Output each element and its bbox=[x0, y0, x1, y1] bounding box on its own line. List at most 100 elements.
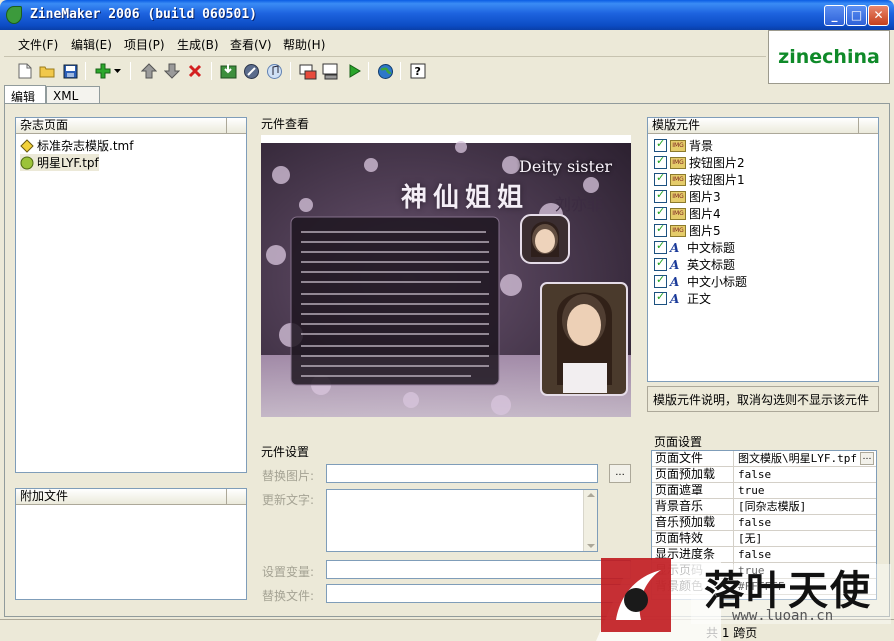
image-icon: IMG bbox=[670, 224, 686, 237]
prop-row[interactable]: 页面文件 图文模版\明星LYF.tpf… bbox=[652, 451, 876, 467]
replace-image-input[interactable] bbox=[326, 464, 598, 483]
checkbox[interactable] bbox=[654, 256, 667, 271]
app-icon bbox=[6, 6, 22, 24]
component-item[interactable]: IMG图片3 bbox=[654, 188, 721, 205]
maximize-button[interactable]: □ bbox=[846, 5, 867, 26]
prop-row[interactable]: 音乐预加载 false bbox=[652, 515, 876, 531]
prop-row[interactable]: 页面预加载 false bbox=[652, 467, 876, 483]
prop-row[interactable]: 背景音乐 [同杂志模版] bbox=[652, 499, 876, 515]
image-icon: IMG bbox=[670, 190, 686, 203]
import-icon[interactable] bbox=[218, 61, 238, 81]
replace-image-label: 替换图片: bbox=[262, 469, 315, 483]
image-icon: IMG bbox=[670, 139, 686, 152]
browse-button[interactable]: ... bbox=[609, 464, 631, 483]
move-up-icon[interactable] bbox=[139, 61, 159, 81]
text-icon: A bbox=[670, 291, 680, 306]
tab-xml[interactable]: XML bbox=[46, 86, 100, 104]
circle-icon bbox=[20, 156, 34, 169]
dropdown-arrow-icon[interactable] bbox=[112, 61, 124, 81]
save-icon[interactable] bbox=[60, 61, 80, 81]
title-bar: ZineMaker 2006 (build 060501) _ □ ✕ bbox=[0, 0, 894, 30]
text-icon: A bbox=[670, 257, 680, 272]
help-icon[interactable]: ? bbox=[408, 61, 428, 81]
components-header: 模版元件 bbox=[648, 118, 878, 134]
text-icon: A bbox=[670, 274, 680, 289]
component-item[interactable]: IMG背景 bbox=[654, 137, 713, 154]
checkbox[interactable] bbox=[654, 239, 667, 254]
diamond-icon bbox=[20, 138, 34, 153]
components-panel: 模版元件 IMG背景 IMG按钮图片2 IMG按钮图片1 IMG图片3 IMG图… bbox=[647, 117, 879, 382]
checkbox[interactable] bbox=[654, 222, 667, 237]
component-item[interactable]: IMG按钮图片1 bbox=[654, 171, 745, 188]
checkbox[interactable] bbox=[654, 290, 667, 305]
checkbox[interactable] bbox=[654, 137, 667, 152]
update-text-area[interactable] bbox=[326, 489, 598, 552]
component-item[interactable]: IMG按钮图片2 bbox=[654, 154, 745, 171]
image-icon: IMG bbox=[670, 173, 686, 186]
preview-subtitle: Deity sister bbox=[519, 157, 613, 176]
window-title: ZineMaker 2006 (build 060501) bbox=[30, 7, 257, 22]
tab-edit[interactable]: 编辑 bbox=[4, 85, 46, 104]
settings-icon[interactable] bbox=[241, 61, 261, 81]
menu-view[interactable]: 查看(V) bbox=[230, 36, 272, 53]
web-icon[interactable] bbox=[375, 61, 395, 81]
components-hint: 模版元件说明，取消勾选则不显示该元件 bbox=[647, 386, 879, 412]
menu-build[interactable]: 生成(B) bbox=[177, 36, 219, 53]
attachments-header: 附加文件 bbox=[16, 489, 246, 505]
screen-icon[interactable] bbox=[321, 61, 341, 81]
close-button[interactable]: ✕ bbox=[868, 5, 889, 26]
checkbox[interactable] bbox=[654, 205, 667, 220]
settings-header: 元件设置 bbox=[261, 445, 310, 459]
text-icon: A bbox=[670, 240, 680, 255]
text-scrollbar[interactable] bbox=[583, 490, 597, 551]
prop-browse-button[interactable]: … bbox=[860, 452, 874, 465]
music-icon[interactable] bbox=[264, 61, 284, 81]
replace-file-label: 替换文件: bbox=[262, 589, 315, 603]
add-icon[interactable] bbox=[93, 61, 113, 81]
page-item-lyf[interactable]: 明星LYF.tpf bbox=[20, 154, 99, 171]
prop-row[interactable]: 页面特效 [无] bbox=[652, 531, 876, 547]
component-item[interactable]: IMG图片4 bbox=[654, 205, 721, 222]
move-down-icon[interactable] bbox=[162, 61, 182, 81]
update-text-label: 更新文字: bbox=[262, 493, 315, 507]
preview-header: 元件查看 bbox=[261, 117, 310, 131]
menu-project[interactable]: 项目(P) bbox=[124, 36, 165, 53]
image-icon: IMG bbox=[670, 156, 686, 169]
menu-help[interactable]: 帮助(H) bbox=[283, 36, 325, 53]
page-item-template[interactable]: 标准杂志模版.tmf bbox=[20, 137, 133, 154]
checkbox[interactable] bbox=[654, 188, 667, 203]
set-variable-input[interactable] bbox=[326, 560, 631, 579]
new-icon[interactable] bbox=[15, 61, 35, 81]
checkbox[interactable] bbox=[654, 154, 667, 169]
menu-file[interactable]: 文件(F) bbox=[18, 36, 58, 53]
magazine-pages-panel: 杂志页面 标准杂志模版.tmf 明星LYF.tpf bbox=[15, 117, 247, 473]
component-preview[interactable]: 神仙姐姐 Deity sister 刘亦菲 bbox=[261, 135, 631, 417]
replace-file-input[interactable] bbox=[326, 584, 631, 603]
play-icon[interactable] bbox=[344, 61, 364, 81]
preview-title: 神仙姐姐 bbox=[401, 183, 530, 213]
prop-row[interactable]: 页面遮罩 true bbox=[652, 483, 876, 499]
toolbar: ? bbox=[0, 57, 768, 85]
set-variable-label: 设置变量: bbox=[262, 565, 315, 579]
watermark: 落叶天使 www.luoan.cn bbox=[596, 550, 894, 641]
menu-bar: 文件(F) 编辑(E) 项目(P) 生成(B) 查看(V) 帮助(H) bbox=[0, 30, 768, 56]
checkbox[interactable] bbox=[654, 171, 667, 186]
menu-edit[interactable]: 编辑(E) bbox=[71, 36, 112, 53]
watermark-url: www.luoan.cn bbox=[732, 608, 834, 624]
open-icon[interactable] bbox=[37, 61, 57, 81]
page-settings-header: 页面设置 bbox=[654, 435, 703, 449]
magazine-pages-header: 杂志页面 bbox=[16, 118, 246, 134]
checkbox[interactable] bbox=[654, 273, 667, 288]
attachments-panel: 附加文件 bbox=[15, 488, 247, 600]
component-item[interactable]: IMG图片5 bbox=[654, 222, 721, 239]
build-icon[interactable] bbox=[298, 61, 318, 81]
delete-icon[interactable] bbox=[185, 61, 205, 81]
brand-logo: zinechina bbox=[768, 30, 890, 84]
component-item[interactable]: A中文标题 bbox=[654, 239, 735, 256]
preview-name: 刘亦菲 bbox=[555, 195, 604, 214]
component-item[interactable]: A英文标题 bbox=[654, 256, 735, 273]
component-item[interactable]: A中文小标题 bbox=[654, 273, 747, 290]
minimize-button[interactable]: _ bbox=[824, 5, 845, 26]
image-icon: IMG bbox=[670, 207, 686, 220]
component-item[interactable]: A正文 bbox=[654, 290, 711, 307]
